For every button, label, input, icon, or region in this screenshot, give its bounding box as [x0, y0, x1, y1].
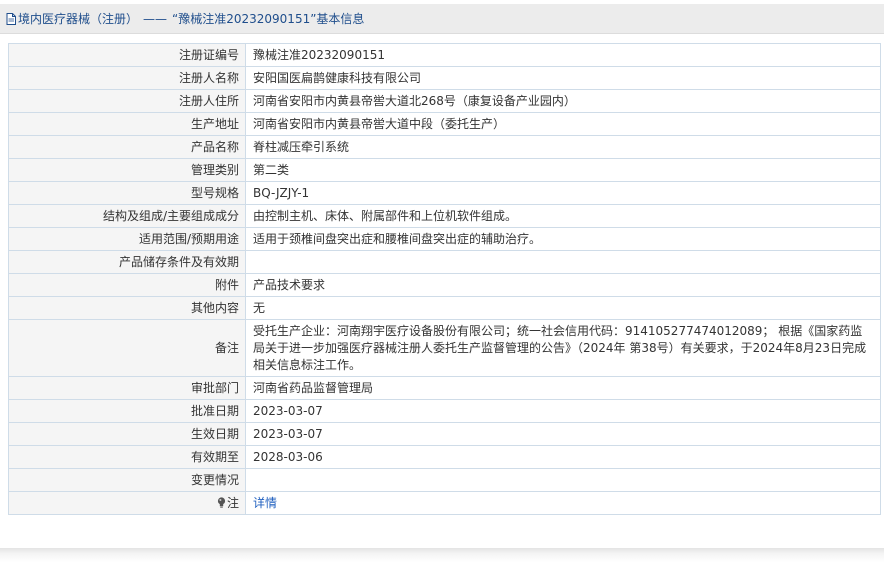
table-row: 产品名称 脊柱减压牵引系统 [8, 135, 881, 159]
field-value [245, 250, 881, 274]
header-separator: —— [143, 11, 168, 26]
field-value: 河南省安阳市内黄县帝喾大道中段（委托生产） [245, 112, 881, 136]
lightbulb-icon [217, 496, 226, 508]
field-label: 结构及组成/主要组成成分 [8, 204, 246, 228]
field-value: 第二类 [245, 158, 881, 182]
field-value: 受托生产企业：河南翔宇医疗设备股份有限公司；统一社会信用代码：914105277… [245, 319, 881, 377]
table-row: 适用范围/预期用途 适用于颈椎间盘突出症和腰椎间盘突出症的辅助治疗。 [8, 227, 881, 251]
field-value: 2023-03-07 [245, 422, 881, 446]
table-row: 生产地址 河南省安阳市内黄县帝喾大道中段（委托生产） [8, 112, 881, 136]
document-icon [6, 12, 16, 25]
table-row: 产品储存条件及有效期 [8, 250, 881, 274]
page-frame: 境内医疗器械（注册） —— “豫械注准20232090151”基本信息 注册证编… [0, 0, 884, 549]
field-label: 批准日期 [8, 399, 246, 423]
field-value [245, 468, 881, 492]
note-value-cell: 详情 [245, 491, 881, 515]
field-value: 豫械注准20232090151 [245, 43, 881, 67]
table-row: 有效期至 2028-03-06 [8, 445, 881, 469]
note-label: 注 [226, 495, 239, 510]
field-label: 备注 [8, 319, 246, 377]
table-row: 管理类别 第二类 [8, 158, 881, 182]
field-label: 型号规格 [8, 181, 246, 205]
table-row: 型号规格 BQ-JZJY-1 [8, 181, 881, 205]
field-value: 由控制主机、床体、附属部件和上位机软件组成。 [245, 204, 881, 228]
table-row: 生效日期 2023-03-07 [8, 422, 881, 446]
field-label: 附件 [8, 273, 246, 297]
table-row: 注 详情 [8, 491, 881, 515]
field-label: 生效日期 [8, 422, 246, 446]
field-label: 管理类别 [8, 158, 246, 182]
table-row: 其他内容 无 [8, 296, 881, 320]
field-value: 河南省安阳市内黄县帝喾大道北268号（康复设备产业园内） [245, 89, 881, 113]
field-label: 有效期至 [8, 445, 246, 469]
field-value: 2028-03-06 [245, 445, 881, 469]
field-value: 脊柱减压牵引系统 [245, 135, 881, 159]
field-label: 注册人名称 [8, 66, 246, 90]
field-label: 生产地址 [8, 112, 246, 136]
field-value: 安阳国医扁鹊健康科技有限公司 [245, 66, 881, 90]
page-bottom-shadow [0, 548, 884, 562]
header-record-title: “豫械注准20232090151”基本信息 [172, 12, 365, 26]
field-label: 变更情况 [8, 468, 246, 492]
field-value: 适用于颈椎间盘突出症和腰椎间盘突出症的辅助治疗。 [245, 227, 881, 251]
table-row: 附件 产品技术要求 [8, 273, 881, 297]
field-label: 产品名称 [8, 135, 246, 159]
field-value: 无 [245, 296, 881, 320]
table-row: 备注 受托生产企业：河南翔宇医疗设备股份有限公司；统一社会信用代码：914105… [8, 319, 881, 377]
field-label: 适用范围/预期用途 [8, 227, 246, 251]
table-row: 注册证编号 豫械注准20232090151 [8, 43, 881, 67]
table-row: 结构及组成/主要组成成分 由控制主机、床体、附属部件和上位机软件组成。 [8, 204, 881, 228]
field-value: 河南省药品监督管理局 [245, 376, 881, 400]
note-label-cell: 注 [8, 491, 246, 515]
field-value: BQ-JZJY-1 [245, 181, 881, 205]
table-row: 注册人名称 安阳国医扁鹊健康科技有限公司 [8, 66, 881, 90]
field-label: 审批部门 [8, 376, 246, 400]
table-row: 批准日期 2023-03-07 [8, 399, 881, 423]
field-label: 其他内容 [8, 296, 246, 320]
table-row: 审批部门 河南省药品监督管理局 [8, 376, 881, 400]
page-header: 境内医疗器械（注册） —— “豫械注准20232090151”基本信息 [0, 4, 884, 34]
field-label: 注册人住所 [8, 89, 246, 113]
field-label: 产品储存条件及有效期 [8, 250, 246, 274]
table-row: 注册人住所 河南省安阳市内黄县帝喾大道北268号（康复设备产业园内） [8, 89, 881, 113]
field-label: 注册证编号 [8, 43, 246, 67]
field-value: 2023-03-07 [245, 399, 881, 423]
device-info-table: 注册证编号 豫械注准20232090151 注册人名称 安阳国医扁鹊健康科技有限… [8, 43, 881, 515]
header-category: 境内医疗器械（注册） [18, 12, 139, 26]
details-link[interactable]: 详情 [253, 496, 277, 510]
field-value: 产品技术要求 [245, 273, 881, 297]
table-row: 变更情况 [8, 468, 881, 492]
